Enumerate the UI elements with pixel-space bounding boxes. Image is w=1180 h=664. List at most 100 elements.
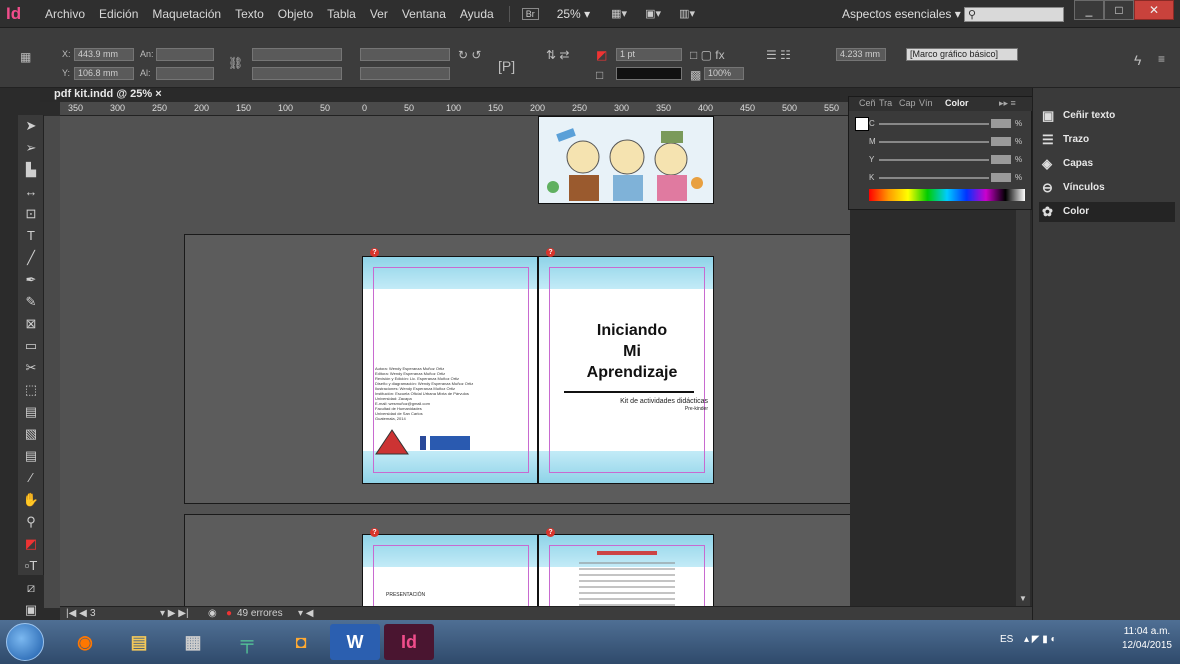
firefox-icon[interactable]: ◉: [60, 624, 110, 660]
direct-selection-tool-icon[interactable]: ➢: [18, 137, 44, 159]
document-canvas[interactable]: ? ? ? ?: [60, 116, 850, 608]
workspace-switcher[interactable]: Aspectos esenciales ▾: [842, 7, 961, 21]
language-indicator[interactable]: ES: [1000, 634, 1013, 645]
rotation-field[interactable]: [360, 48, 450, 61]
fill-swatch[interactable]: [855, 117, 869, 131]
stroke-type-select[interactable]: [616, 67, 682, 80]
constrain-proportions-icon[interactable]: ⛓: [228, 56, 243, 70]
maximize-button[interactable]: □: [1104, 0, 1134, 20]
menu-edicion[interactable]: Edición: [92, 7, 145, 21]
cyan-row[interactable]: C%: [869, 119, 1029, 129]
warning-icon[interactable]: ?: [546, 528, 555, 537]
fill-stroke-icon[interactable]: ◩: [18, 533, 44, 555]
scale-y-field[interactable]: [252, 67, 342, 80]
tab-capas[interactable]: Cap: [899, 98, 916, 108]
vertical-ruler[interactable]: [44, 116, 60, 608]
dock-item-stroke[interactable]: ☰ Trazo: [1039, 130, 1175, 150]
rotate-icon[interactable]: ↻ ↺: [458, 48, 481, 62]
shear-field[interactable]: [360, 67, 450, 80]
ruler-app-icon[interactable]: ╤: [222, 624, 272, 660]
tray-icons[interactable]: ▴ ◤ ▮ ◐: [1024, 634, 1057, 645]
black-value[interactable]: [991, 173, 1011, 182]
color-spectrum[interactable]: [869, 189, 1025, 201]
magenta-slider[interactable]: [879, 141, 989, 143]
panel-menu-icon[interactable]: ▸▸ ≡: [999, 98, 1016, 109]
cyan-slider[interactable]: [879, 123, 989, 125]
error-count[interactable]: 49 errores: [237, 608, 283, 619]
menu-maquetacion[interactable]: Maquetación: [145, 7, 228, 21]
tab-color[interactable]: Color: [945, 98, 969, 108]
yellow-row[interactable]: Y%: [869, 155, 1029, 165]
free-transform-tool-icon[interactable]: ⬚: [18, 379, 44, 401]
text-frame-icon[interactable]: [P]: [498, 58, 515, 74]
menu-objeto[interactable]: Objeto: [271, 7, 320, 21]
panel-menu-icon[interactable]: ≡: [1158, 52, 1165, 66]
warning-icon[interactable]: ?: [546, 248, 555, 257]
dock-item-links[interactable]: ⊖ Vínculos: [1039, 178, 1175, 198]
zoom-dropdown[interactable]: 25% ▾: [557, 7, 590, 21]
preflight-menu-icon[interactable]: ▾ ◀: [298, 608, 314, 619]
help-search-input[interactable]: ⚲: [964, 7, 1064, 22]
view-options-icon[interactable]: ▦▾: [602, 7, 636, 21]
effects-icon[interactable]: □ ▢ fx: [690, 48, 725, 62]
calculator-icon[interactable]: ▦: [168, 624, 218, 660]
lightning-icon[interactable]: ϟ: [1134, 52, 1141, 68]
tab-trazo[interactable]: Tra: [879, 98, 892, 108]
tab-cenir[interactable]: Ceñ: [859, 98, 876, 108]
menu-ventana[interactable]: Ventana: [395, 7, 453, 21]
text-wrap-icon[interactable]: ☰ ☷: [766, 48, 791, 62]
object-style-select[interactable]: [Marco gráfico básico]: [906, 48, 1018, 61]
media-app-icon[interactable]: ◘: [276, 624, 326, 660]
document-tab[interactable]: pdf kit.indd @ 25% ×: [54, 88, 162, 102]
cyan-value[interactable]: [991, 119, 1011, 128]
hand-tool-icon[interactable]: ✋: [18, 489, 44, 511]
menu-tabla[interactable]: Tabla: [320, 7, 363, 21]
bridge-button[interactable]: Br: [521, 7, 539, 20]
screen-mode-icon[interactable]: ▣▾: [636, 7, 670, 21]
type-tool-icon[interactable]: T: [18, 225, 44, 247]
indesign-taskbar-icon[interactable]: Id: [384, 624, 434, 660]
menu-archivo[interactable]: Archivo: [38, 7, 92, 21]
first-page-icon[interactable]: |◀ ◀: [66, 608, 87, 619]
eyedropper-tool-icon[interactable]: ⁄: [18, 467, 44, 489]
start-button[interactable]: [6, 623, 44, 661]
illustration-page[interactable]: [538, 116, 714, 204]
menu-texto[interactable]: Texto: [228, 7, 271, 21]
apply-none-icon[interactable]: ⧄: [18, 577, 44, 599]
black-row[interactable]: K%: [869, 173, 1029, 183]
stroke-swatch-icon[interactable]: □: [596, 68, 603, 82]
warning-icon[interactable]: ?: [370, 528, 379, 537]
page-number-field[interactable]: 3: [90, 608, 96, 619]
system-clock[interactable]: 11:04 a.m. 12/04/2015: [1122, 625, 1172, 653]
height-field[interactable]: [156, 67, 214, 80]
tab-vinculos[interactable]: Vín: [919, 98, 933, 108]
arrange-documents-icon[interactable]: ▥▾: [670, 7, 704, 21]
line-tool-icon[interactable]: ╱: [18, 247, 44, 269]
width-field[interactable]: [156, 48, 214, 61]
magenta-value[interactable]: [991, 137, 1011, 146]
frame-fitting-field[interactable]: 4.233 mm: [836, 48, 886, 61]
gap-tool-icon[interactable]: ↔: [18, 181, 44, 203]
file-explorer-icon[interactable]: ▤: [114, 624, 164, 660]
yellow-value[interactable]: [991, 155, 1011, 164]
close-button[interactable]: ✕: [1134, 0, 1174, 20]
dock-item-layers[interactable]: ◈ Capas: [1039, 154, 1175, 174]
yellow-slider[interactable]: [879, 159, 989, 161]
reference-point-icon[interactable]: ▦: [20, 50, 31, 64]
menu-ayuda[interactable]: Ayuda: [453, 7, 501, 21]
magenta-row[interactable]: M%: [869, 137, 1029, 147]
scissors-tool-icon[interactable]: ✂: [18, 357, 44, 379]
rectangle-tool-icon[interactable]: ▭: [18, 335, 44, 357]
y-field[interactable]: 106.8 mm: [74, 67, 134, 80]
preflight-icon[interactable]: ◉: [208, 608, 217, 619]
stroke-weight-field[interactable]: 1 pt: [616, 48, 682, 61]
pen-tool-icon[interactable]: ✒: [18, 269, 44, 291]
zoom-tool-icon[interactable]: ⚲: [18, 511, 44, 533]
page-nav-icons[interactable]: ▾ ▶ ▶|: [160, 608, 189, 619]
page-tool-icon[interactable]: ▙: [18, 159, 44, 181]
fill-swatch-icon[interactable]: ◩: [596, 48, 607, 62]
gradient-feather-tool-icon[interactable]: ▧: [18, 423, 44, 445]
close-tab-icon[interactable]: ×: [155, 88, 161, 100]
minimize-button[interactable]: _: [1074, 0, 1104, 20]
opacity-field[interactable]: 100%: [704, 67, 744, 80]
